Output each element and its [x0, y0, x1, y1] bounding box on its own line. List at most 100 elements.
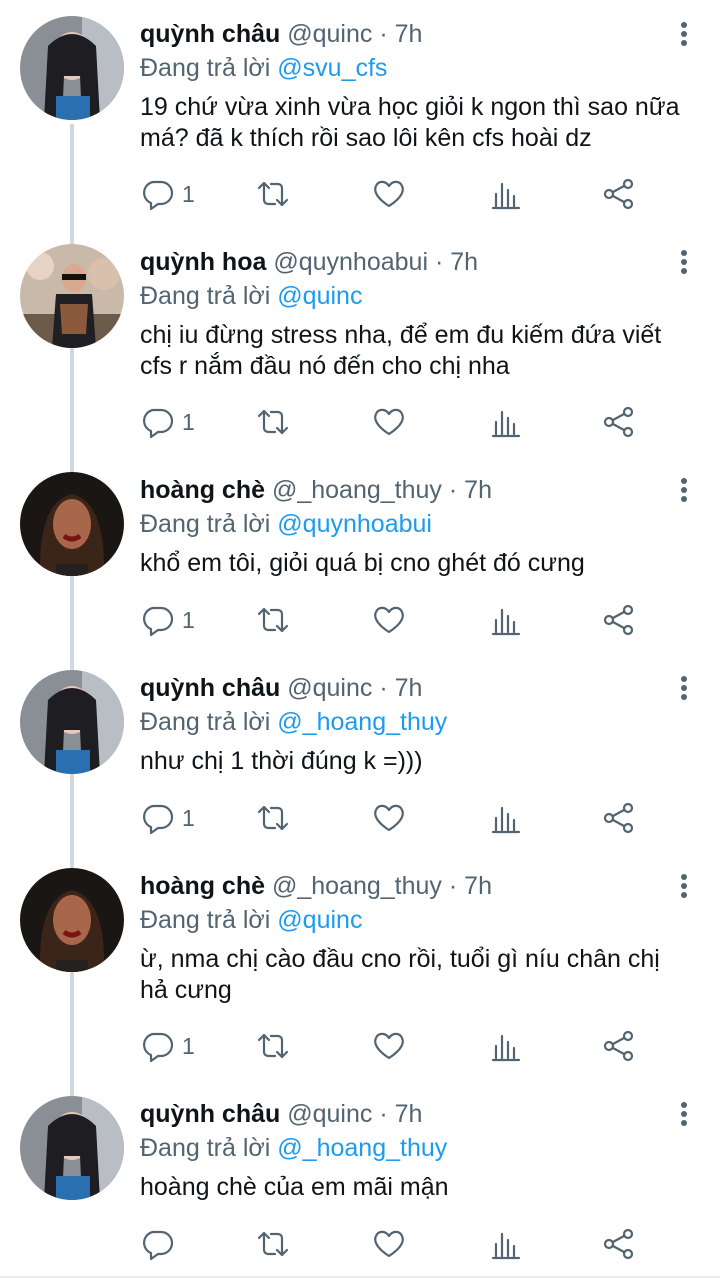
- like-button[interactable]: [372, 402, 406, 442]
- stats-icon: [491, 182, 521, 210]
- share-icon: [603, 604, 634, 636]
- avatar[interactable]: [20, 670, 124, 774]
- retweet-button[interactable]: [256, 600, 290, 640]
- timestamp[interactable]: 7h: [395, 20, 423, 48]
- separator-dot: ·: [434, 248, 444, 276]
- tweet-text: khổ em tôi, giỏi quá bị cno ghét đó cưng: [140, 549, 585, 577]
- reply-prefix: Đang trả lời: [140, 510, 271, 538]
- user-handle[interactable]: @quinc: [287, 1100, 372, 1128]
- user-handle[interactable]: @_hoang_thuy: [272, 872, 442, 900]
- share-button[interactable]: [602, 402, 636, 442]
- reply-mention[interactable]: @svu_cfs: [277, 54, 387, 82]
- reply-mention[interactable]: @quinc: [277, 282, 362, 310]
- stats-icon: [491, 410, 521, 438]
- stats-button[interactable]: [490, 402, 524, 442]
- display-name[interactable]: hoàng chè: [140, 872, 265, 900]
- timestamp[interactable]: 7h: [450, 248, 478, 276]
- reply-mention[interactable]: @_hoang_thuy: [277, 708, 447, 736]
- share-button[interactable]: [602, 1026, 636, 1066]
- like-button[interactable]: [372, 174, 406, 214]
- reply-prefix: Đang trả lời: [140, 54, 271, 82]
- tweet[interactable]: quỳnh châu @quinc · 7h Đang trả lời @_ho…: [0, 1080, 720, 1276]
- stats-icon: [491, 1034, 521, 1062]
- share-icon: [603, 178, 634, 210]
- timestamp[interactable]: 7h: [395, 674, 423, 702]
- timestamp[interactable]: 7h: [395, 1100, 423, 1128]
- stats-button[interactable]: [490, 600, 524, 640]
- reply-button[interactable]: 1: [140, 174, 195, 214]
- display-name[interactable]: quỳnh châu: [140, 1100, 280, 1128]
- replying-to: Đang trả lời @svu_cfs: [140, 52, 387, 84]
- avatar[interactable]: [20, 244, 124, 348]
- reply-button[interactable]: 1: [140, 600, 195, 640]
- display-name[interactable]: hoàng chè: [140, 476, 265, 504]
- more-vertical-icon[interactable]: [678, 676, 690, 702]
- stats-icon: [491, 608, 521, 636]
- replying-to: Đang trả lời @_hoang_thuy: [140, 706, 447, 738]
- stats-button[interactable]: [490, 1026, 524, 1066]
- avatar[interactable]: [20, 472, 124, 576]
- reply-count: 1: [182, 804, 195, 831]
- retweet-icon: [257, 607, 289, 633]
- more-vertical-icon[interactable]: [678, 478, 690, 504]
- tweet[interactable]: quỳnh châu @quinc · 7h Đang trả lời @svu…: [0, 0, 720, 228]
- reply-button[interactable]: 1: [140, 798, 195, 838]
- stats-button[interactable]: [490, 1224, 524, 1264]
- reply-button[interactable]: 1: [140, 402, 195, 442]
- separator-dot: ·: [379, 674, 388, 702]
- user-handle[interactable]: @quynhoabui: [273, 248, 428, 276]
- separator-dot: ·: [448, 872, 458, 900]
- replying-to: Đang trả lời @quynhoabui: [140, 508, 432, 540]
- avatar[interactable]: [20, 16, 124, 120]
- retweet-button[interactable]: [256, 174, 290, 214]
- tweet[interactable]: hoàng chè @_hoang_thuy · 7h Đang trả lời…: [0, 852, 720, 1080]
- reply-mention[interactable]: @quinc: [277, 906, 362, 934]
- reply-prefix: Đang trả lời: [140, 1134, 271, 1162]
- tweet[interactable]: quỳnh hoa @quynhoabui · 7h Đang trả lời …: [0, 228, 720, 456]
- reply-mention[interactable]: @_hoang_thuy: [277, 1134, 447, 1162]
- reply-prefix: Đang trả lời: [140, 906, 271, 934]
- separator-dot: ·: [379, 1100, 388, 1128]
- like-button[interactable]: [372, 1026, 406, 1066]
- tweet[interactable]: quỳnh châu @quinc · 7h Đang trả lời @_ho…: [0, 654, 720, 852]
- reply-button[interactable]: [140, 1224, 182, 1264]
- more-vertical-icon[interactable]: [678, 250, 690, 276]
- more-vertical-icon[interactable]: [678, 22, 690, 48]
- reply-count: 1: [182, 180, 195, 207]
- user-handle[interactable]: @quinc: [287, 674, 372, 702]
- tweet-header: quỳnh hoa @quynhoabui · 7h: [140, 246, 478, 278]
- avatar[interactable]: [20, 1096, 124, 1200]
- retweet-icon: [257, 409, 289, 435]
- share-button[interactable]: [602, 1224, 636, 1264]
- display-name[interactable]: quỳnh hoa: [140, 248, 266, 276]
- like-button[interactable]: [372, 798, 406, 838]
- reply-button[interactable]: 1: [140, 1026, 195, 1066]
- retweet-button[interactable]: [256, 798, 290, 838]
- display-name[interactable]: quỳnh châu: [140, 20, 280, 48]
- retweet-button[interactable]: [256, 1026, 290, 1066]
- display-name[interactable]: quỳnh châu: [140, 674, 280, 702]
- share-icon: [603, 1030, 634, 1062]
- reply-mention[interactable]: @quynhoabui: [277, 510, 432, 538]
- reply-icon: [143, 180, 174, 211]
- share-button[interactable]: [602, 174, 636, 214]
- retweet-button[interactable]: [256, 1224, 290, 1264]
- user-handle[interactable]: @quinc: [287, 20, 372, 48]
- user-handle[interactable]: @_hoang_thuy: [272, 476, 442, 504]
- share-button[interactable]: [602, 798, 636, 838]
- more-vertical-icon[interactable]: [678, 1102, 690, 1128]
- like-button[interactable]: [372, 1224, 406, 1264]
- avatar[interactable]: [20, 868, 124, 972]
- more-vertical-icon[interactable]: [678, 874, 690, 900]
- reply-count: 1: [182, 606, 195, 633]
- tweet[interactable]: hoàng chè @_hoang_thuy · 7h Đang trả lời…: [0, 456, 720, 654]
- retweet-button[interactable]: [256, 402, 290, 442]
- timestamp[interactable]: 7h: [464, 872, 492, 900]
- heart-icon: [374, 606, 404, 634]
- stats-button[interactable]: [490, 798, 524, 838]
- action-bar: 1: [140, 174, 660, 214]
- share-button[interactable]: [602, 600, 636, 640]
- like-button[interactable]: [372, 600, 406, 640]
- timestamp[interactable]: 7h: [464, 476, 492, 504]
- stats-button[interactable]: [490, 174, 524, 214]
